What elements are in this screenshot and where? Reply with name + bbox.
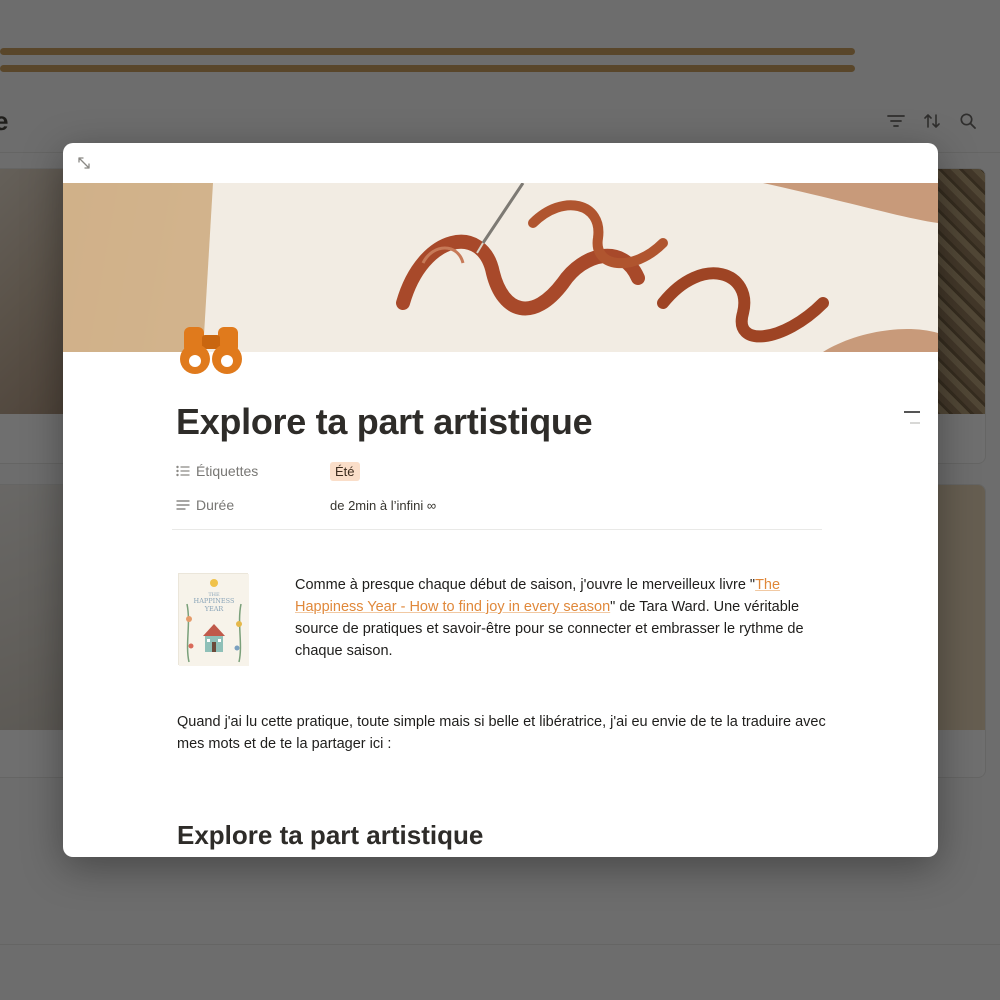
page-peek-modal: Explore ta part artistique Étiquettes Ét… xyxy=(63,143,938,857)
table-of-contents-marker[interactable] xyxy=(904,411,920,429)
expand-diagonal-icon[interactable] xyxy=(76,155,92,171)
page-properties: Étiquettes Été Durée de 2min à l’infini … xyxy=(176,454,824,522)
body-paragraph: Quand j'ai lu cette pratique, toute simp… xyxy=(177,714,826,752)
list-icon xyxy=(176,465,190,477)
book-cover-image[interactable]: THE HAPPINESS YEAR xyxy=(178,573,249,666)
text-lines-icon xyxy=(176,500,190,510)
property-label: Durée xyxy=(196,497,235,513)
divider xyxy=(172,529,822,530)
svg-text:HAPPINESS: HAPPINESS xyxy=(194,597,235,605)
property-name: Étiquettes xyxy=(176,463,330,479)
property-label: Étiquettes xyxy=(196,463,259,479)
modal-topbar xyxy=(63,143,938,183)
property-value[interactable]: de 2min à l’infini ∞ xyxy=(330,498,436,513)
tag-ete[interactable]: Été xyxy=(330,461,360,481)
property-row-etiquettes[interactable]: Étiquettes Été xyxy=(176,454,824,488)
page-title[interactable]: Explore ta part artistique xyxy=(176,401,593,443)
property-row-duree[interactable]: Durée de 2min à l’infini ∞ xyxy=(176,488,824,522)
property-name: Durée xyxy=(176,497,330,513)
intro-text: Comme à presque chaque début de saison, … xyxy=(295,577,756,593)
binoculars-icon[interactable] xyxy=(180,321,242,379)
svg-text:YEAR: YEAR xyxy=(204,605,225,613)
section-heading: Explore ta part artistique xyxy=(177,820,484,850)
intro-paragraph: Comme à presque chaque début de saison, … xyxy=(295,574,815,662)
property-value[interactable]: Été xyxy=(330,461,360,481)
